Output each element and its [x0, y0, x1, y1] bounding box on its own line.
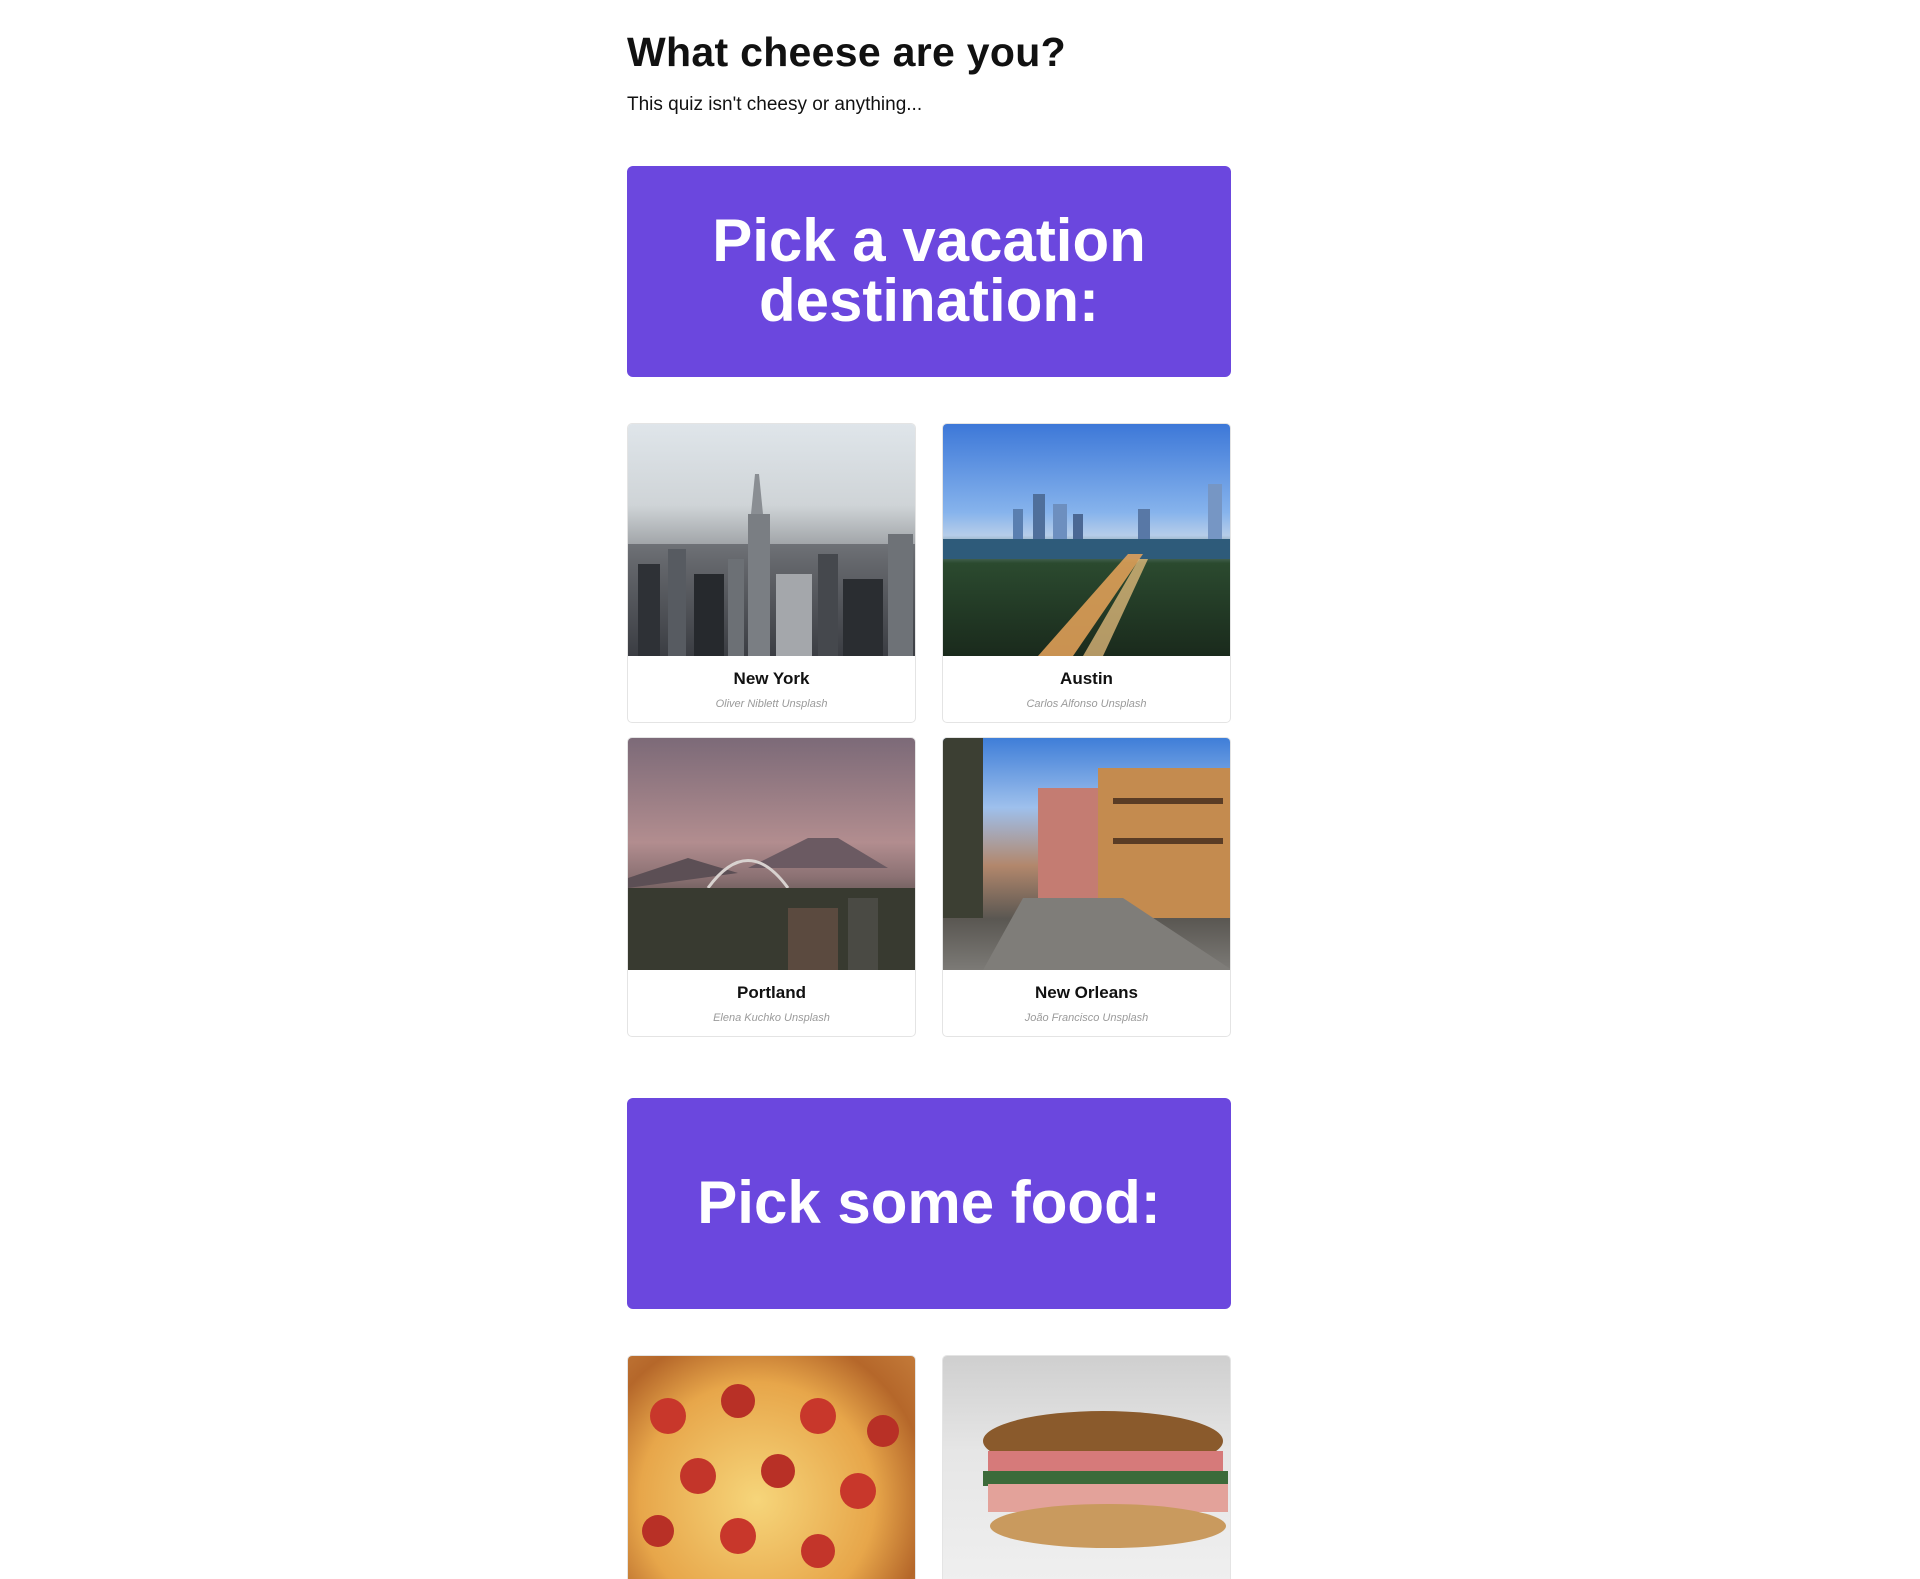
- page-subtitle: This quiz isn't cheesy or anything...: [627, 94, 923, 116]
- answer-new-york[interactable]: New York Oliver Niblett Unsplash: [627, 422, 916, 723]
- answer-label: Austin: [1060, 668, 1113, 688]
- answer-label: New Orleans: [1035, 982, 1138, 1002]
- question-banner-food: Pick some food:: [627, 1097, 1231, 1309]
- page-title: What cheese are you?: [627, 29, 1066, 75]
- answer-label: Portland: [737, 982, 806, 1002]
- answer-grid-vacation: New York Oliver Niblett Unsplash Austin: [627, 422, 1231, 1037]
- question-prompt: Pick some food:: [697, 1169, 1161, 1237]
- pizza-image: [628, 1355, 915, 1579]
- answer-pizza[interactable]: [627, 1354, 916, 1579]
- answer-new-orleans[interactable]: New Orleans João Francisco Unsplash: [942, 736, 1231, 1037]
- portland-image: [628, 737, 915, 970]
- photo-credit: Oliver Niblett Unsplash: [715, 698, 828, 711]
- new-york-image: [628, 423, 915, 656]
- sandwich-image: [943, 1355, 1230, 1579]
- answer-sandwich[interactable]: [942, 1354, 1231, 1579]
- austin-image: [943, 423, 1230, 656]
- quiz-page: What cheese are you? This quiz isn't che…: [627, 0, 1231, 1579]
- question-banner-vacation: Pick a vacation destination:: [627, 165, 1231, 377]
- answer-portland[interactable]: Portland Elena Kuchko Unsplash: [627, 736, 916, 1037]
- answer-grid-food: [627, 1354, 1231, 1579]
- question-prompt: Pick a vacation destination:: [712, 207, 1146, 335]
- answer-austin[interactable]: Austin Carlos Alfonso Unsplash: [942, 422, 1231, 723]
- photo-credit: João Francisco Unsplash: [1024, 1012, 1149, 1025]
- answer-label: New York: [733, 668, 810, 688]
- photo-credit: Carlos Alfonso Unsplash: [1026, 698, 1147, 711]
- new-orleans-image: [943, 737, 1230, 970]
- photo-credit: Elena Kuchko Unsplash: [713, 1012, 830, 1025]
